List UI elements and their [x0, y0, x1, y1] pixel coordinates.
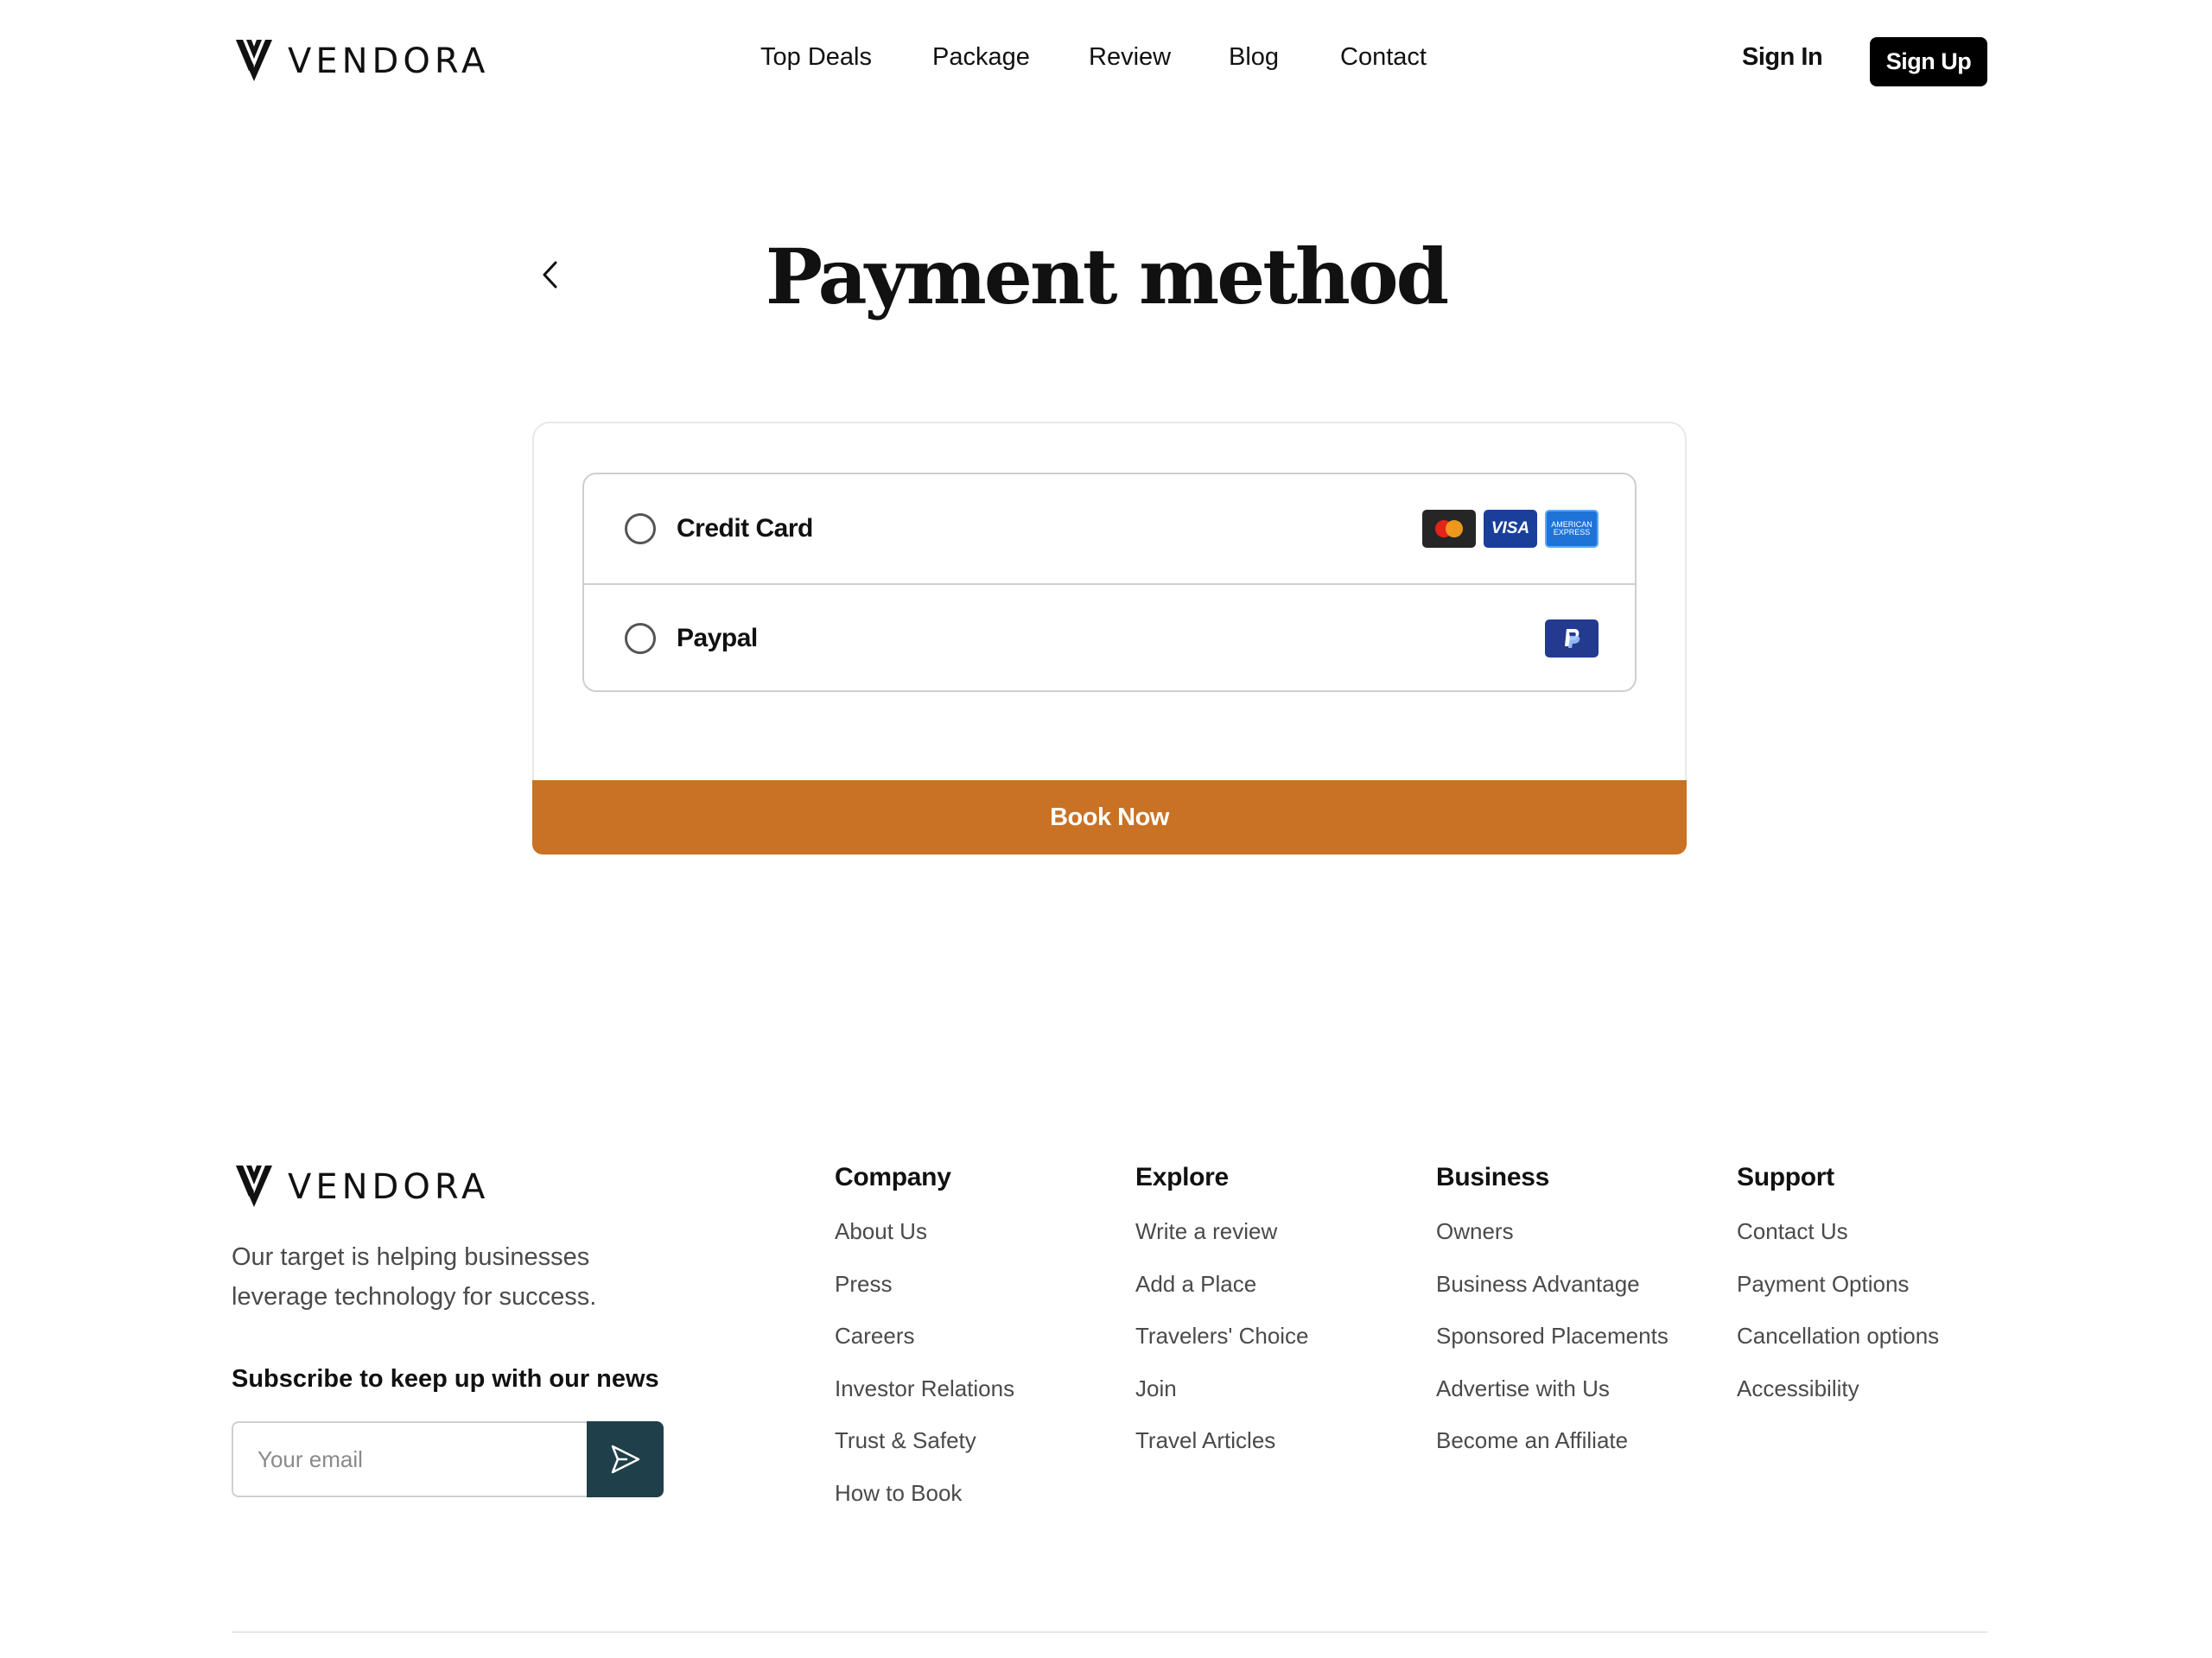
brand-name: VENDORA — [288, 1167, 490, 1207]
column-title: Support — [1737, 1163, 1834, 1191]
credit-card-radio[interactable] — [625, 513, 656, 544]
footer-link[interactable]: Trust & Safety — [835, 1427, 1014, 1480]
footer-tagline: Our target is helping businesses leverag… — [232, 1243, 597, 1311]
column-title: Explore — [1135, 1163, 1229, 1191]
footer-link[interactable]: Cancellation options — [1737, 1323, 1939, 1375]
nav-blog[interactable]: Blog — [1229, 43, 1279, 72]
nav-review[interactable]: Review — [1089, 43, 1171, 72]
footer-link[interactable]: Sponsored Placements — [1436, 1323, 1669, 1375]
paypal-logos — [1545, 619, 1599, 657]
sign-in-button[interactable]: Sign In — [1742, 43, 1823, 72]
footer-link[interactable]: Press — [835, 1271, 1014, 1324]
footer-link[interactable]: How to Book — [835, 1480, 1014, 1533]
footer-divider — [232, 1631, 1987, 1633]
footer-column-company: Company About Us Press Careers Investor … — [835, 1163, 1014, 1532]
footer-link[interactable]: Advertise with Us — [1436, 1375, 1669, 1428]
option-label: Paypal — [677, 624, 758, 652]
footer-link[interactable]: Contact Us — [1737, 1218, 1939, 1271]
sign-up-button[interactable]: Sign Up — [1870, 37, 1987, 86]
subscribe-button[interactable] — [587, 1421, 664, 1497]
option-paypal[interactable]: Paypal — [584, 583, 1635, 690]
footer-link[interactable]: Become an Affiliate — [1436, 1427, 1669, 1480]
footer-link[interactable]: About Us — [835, 1218, 1014, 1271]
email-input[interactable] — [232, 1421, 588, 1497]
payment-options: Credit Card VISA AMERICAN EXPRESS Paypal — [582, 473, 1637, 692]
footer-column-support: Support Contact Us Payment Options Cance… — [1737, 1163, 1939, 1427]
option-label: Credit Card — [677, 514, 813, 543]
mastercard-icon — [1422, 510, 1476, 548]
nav-package[interactable]: Package — [932, 43, 1030, 72]
american-express-icon: AMERICAN EXPRESS — [1545, 510, 1599, 548]
paypal-icon — [1545, 619, 1599, 657]
nav-contact[interactable]: Contact — [1340, 43, 1427, 72]
footer-link[interactable]: Travelers' Choice — [1135, 1323, 1309, 1375]
footer-column-explore: Explore Write a review Add a Place Trave… — [1135, 1163, 1309, 1480]
card-logos: VISA AMERICAN EXPRESS — [1422, 510, 1599, 548]
book-now-button[interactable]: Book Now — [532, 780, 1687, 854]
vendora-logo-icon — [236, 1166, 272, 1207]
footer-link[interactable]: Investor Relations — [835, 1375, 1014, 1428]
nav-top-deals[interactable]: Top Deals — [760, 43, 872, 72]
option-credit-card[interactable]: Credit Card VISA AMERICAN EXPRESS — [584, 474, 1635, 583]
footer-link[interactable]: Accessibility — [1737, 1375, 1939, 1428]
paypal-radio[interactable] — [625, 623, 656, 654]
subscribe-title: Subscribe to keep up with our news — [232, 1365, 659, 1393]
footer-link[interactable]: Write a review — [1135, 1218, 1309, 1271]
footer-link[interactable]: Owners — [1436, 1218, 1669, 1271]
footer-link[interactable]: Business Advantage — [1436, 1271, 1669, 1324]
footer-link[interactable]: Add a Place — [1135, 1271, 1309, 1324]
send-icon — [611, 1445, 639, 1474]
column-title: Business — [1436, 1163, 1549, 1191]
footer-link[interactable]: Travel Articles — [1135, 1427, 1309, 1480]
footer-link[interactable]: Careers — [835, 1323, 1014, 1375]
footer-link[interactable]: Join — [1135, 1375, 1309, 1428]
footer-column-business: Business Owners Business Advantage Spons… — [1436, 1163, 1669, 1480]
footer-brand-logo[interactable]: VENDORA — [234, 1162, 489, 1212]
footer-link[interactable]: Payment Options — [1737, 1271, 1939, 1324]
site-header: VENDORA Top Deals Package Review Blog Co… — [0, 0, 2212, 123]
visa-icon: VISA — [1484, 510, 1537, 548]
page-title: Payment method — [765, 232, 1449, 321]
column-title: Company — [835, 1163, 951, 1191]
